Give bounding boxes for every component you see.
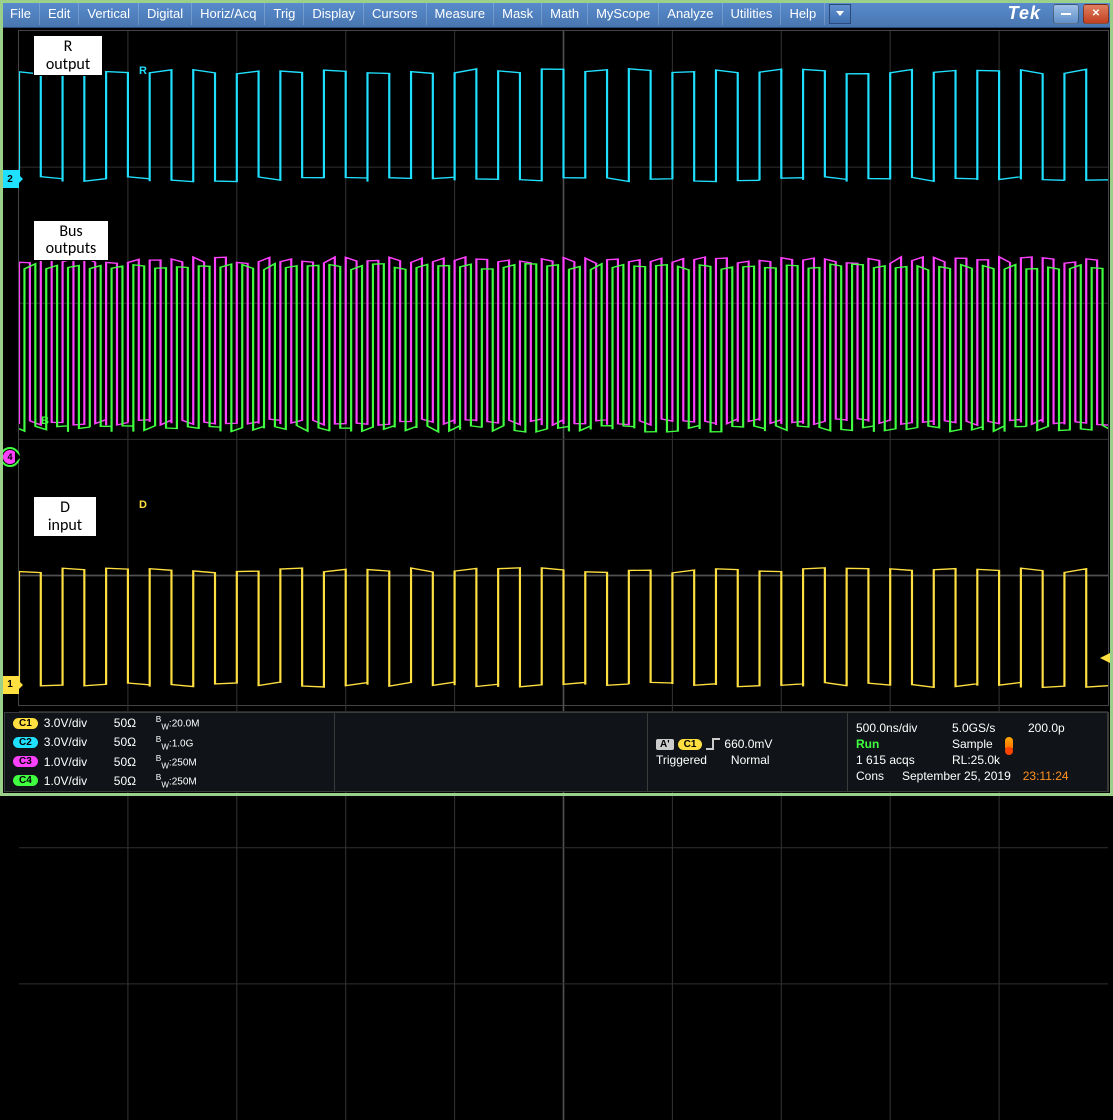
channel-2-bw: BW:1.0G [156, 734, 194, 751]
thermometer-icon [1005, 737, 1013, 751]
minimize-button[interactable] [1053, 4, 1079, 24]
menu-digital[interactable]: Digital [139, 2, 192, 25]
resolution: 200.0p [1028, 721, 1065, 735]
channel-settings-panel: C1 3.0V/div 50Ω BW:20.0M C2 3.0V/div 50Ω… [5, 713, 335, 791]
status-spacer [335, 713, 648, 791]
menu-cursors[interactable]: Cursors [364, 2, 427, 25]
timebase-panel[interactable]: 500.0ns/div 5.0GS/s 200.0p Run Sample 1 … [848, 713, 1108, 791]
menu-edit[interactable]: Edit [40, 2, 79, 25]
acq-count: 1 615 acqs [856, 753, 946, 767]
channel-2-vdiv: 3.0V/div [44, 735, 108, 749]
trigger-a-badge: A' [656, 739, 674, 750]
channel-3-badge: C3 [13, 756, 38, 767]
trigger-panel[interactable]: A' C1 660.0mV Triggered Normal [648, 713, 848, 791]
menu-utilities[interactable]: Utilities [723, 2, 782, 25]
trigger-level-arrow-icon[interactable] [1100, 653, 1110, 663]
channel-3-vdiv: 1.0V/div [44, 755, 108, 769]
run-state: Run [856, 737, 946, 751]
waveforms [19, 31, 1108, 705]
menu-trig[interactable]: Trig [265, 2, 304, 25]
menu-file[interactable]: File [2, 2, 40, 25]
channel-4-bw: BW:250M [156, 772, 197, 789]
channel-2-row[interactable]: C2 3.0V/div 50Ω BW:1.0G [13, 734, 326, 751]
channel-2-term: 50Ω [114, 735, 150, 749]
timebase-hdiv: 500.0ns/div [856, 721, 946, 735]
menu-vertical[interactable]: Vertical [79, 2, 139, 25]
channel-4-row[interactable]: C4 1.0V/div 50Ω BW:250M [13, 772, 326, 789]
channel-4-badge: C4 [13, 775, 38, 786]
channel-1-marker[interactable]: 1 [1, 676, 19, 694]
date: September 25, 2019 [902, 769, 1011, 783]
close-button[interactable] [1083, 4, 1109, 24]
channel-1-bw: BW:20.0M [156, 714, 200, 731]
menu-display[interactable]: Display [304, 2, 364, 25]
channel-2-marker[interactable]: 2 [1, 170, 19, 188]
time: 23:11:24 [1023, 769, 1069, 783]
channel-1-badge: C1 [13, 718, 38, 729]
menu-horiz-acq[interactable]: Horiz/Acq [192, 2, 265, 25]
trigger-source-badge: C1 [678, 739, 703, 750]
menu-measure[interactable]: Measure [427, 2, 495, 25]
menu-math[interactable]: Math [542, 2, 588, 25]
channel-3-row[interactable]: C3 1.0V/div 50Ω BW:250M [13, 753, 326, 770]
annotation-bus-outputs: Bus outputs [33, 220, 109, 261]
trigger-level: 660.0mV [724, 737, 772, 751]
brand-logo: Tek [998, 3, 1051, 24]
menu-analyze[interactable]: Analyze [659, 2, 722, 25]
annotation-r-output: R output [33, 35, 103, 76]
annotation-d-input: D input [33, 496, 97, 537]
sample-rate: 5.0GS/s [952, 721, 1022, 735]
channel-1-row[interactable]: C1 3.0V/div 50Ω BW:20.0M [13, 714, 326, 731]
trigger-status: Triggered [656, 753, 707, 767]
channel-4-term: 50Ω [114, 774, 150, 788]
menu-mask[interactable]: Mask [494, 2, 542, 25]
channel-4-vdiv: 1.0V/div [44, 774, 108, 788]
trace-label-d: D [139, 499, 147, 511]
channel-3-bw: BW:250M [156, 753, 197, 770]
falling-edge-icon [706, 738, 720, 750]
menu-bar: File Edit Vertical Digital Horiz/Acq Tri… [0, 0, 1113, 28]
channel-2-badge: C2 [13, 737, 38, 748]
trace-label-b: B [41, 415, 49, 427]
channel-1-vdiv: 3.0V/div [44, 716, 108, 730]
menu-myscope[interactable]: MyScope [588, 2, 659, 25]
sample-mode: Sample [952, 737, 993, 751]
status-bar: C1 3.0V/div 50Ω BW:20.0M C2 3.0V/div 50Ω… [4, 712, 1109, 792]
trigger-mode: Normal [731, 753, 770, 767]
cons-label: Cons [856, 769, 896, 783]
record-length: RL:25.0k [952, 753, 1000, 767]
menu-help[interactable]: Help [781, 2, 825, 25]
menu-dropdown-icon[interactable] [829, 4, 851, 24]
channel-3-term: 50Ω [114, 755, 150, 769]
channel-1-term: 50Ω [114, 716, 150, 730]
trace-label-r: R [139, 65, 147, 77]
waveform-display[interactable]: 2 1 4 R output Bus outputs D input R B D [18, 30, 1109, 706]
channel-4-marker[interactable]: 4 [0, 446, 21, 468]
